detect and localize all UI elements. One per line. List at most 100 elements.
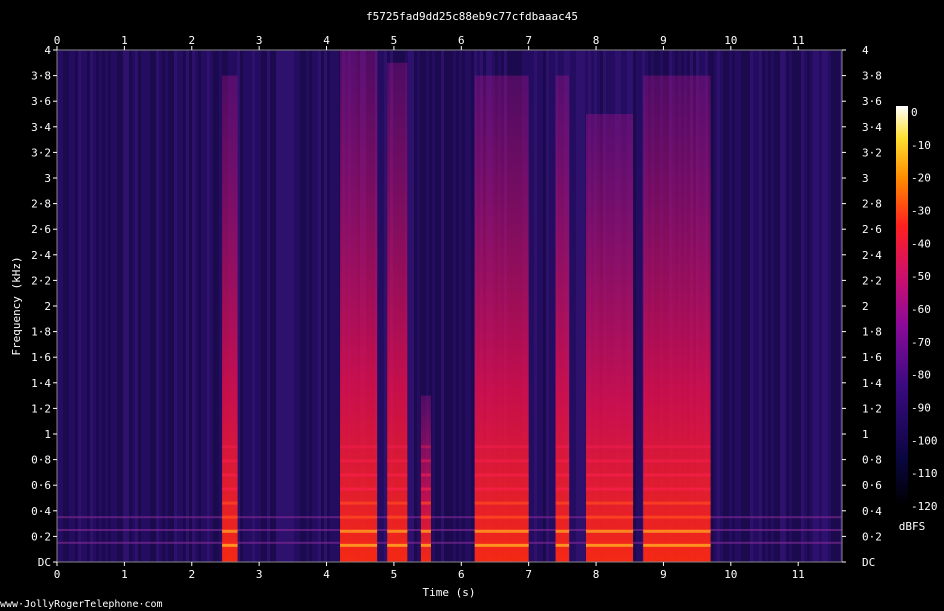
noise-band	[732, 50, 735, 562]
noise-band	[381, 50, 384, 562]
harmonic-streak	[474, 459, 529, 463]
noise-band	[177, 50, 180, 562]
harmonic-streak	[420, 501, 431, 505]
harmonic-streak	[585, 473, 634, 477]
noise-band	[471, 50, 474, 562]
x-tick-label: 4	[323, 34, 330, 47]
harmonic-streak	[340, 445, 378, 449]
harmonic-streak	[555, 487, 570, 491]
noise-band	[270, 50, 273, 562]
y-tick-label: 3·8	[31, 70, 51, 83]
noise-band	[378, 50, 381, 562]
noise-band	[444, 50, 447, 562]
x-tick-label: 0	[54, 568, 61, 581]
noise-band	[273, 50, 276, 562]
x-tick-label: 3	[256, 568, 263, 581]
noise-band	[114, 50, 117, 562]
noise-band	[633, 50, 636, 562]
noise-band	[546, 50, 549, 562]
noise-band	[822, 50, 825, 562]
harmonic-streak	[387, 515, 408, 519]
colorbar-tick-label: -40	[911, 237, 931, 250]
y-tick-label: 3	[862, 172, 869, 185]
harmonic-streak	[585, 459, 634, 463]
noise-band	[549, 50, 552, 562]
noise-band	[576, 50, 579, 562]
noise-band	[120, 50, 123, 562]
energy-segment	[585, 114, 634, 562]
noise-band	[294, 50, 297, 562]
spectrogram-chart: f5725fad9dd25c88eb9c77cfdbaaac45 0 1 2 3 4 5 6…	[0, 10, 938, 610]
noise-band	[435, 50, 438, 562]
noise-band	[96, 50, 99, 562]
noise-band	[723, 50, 726, 562]
noise-band	[102, 50, 105, 562]
harmonic-streak	[387, 529, 408, 533]
x-tick-label: 8	[593, 568, 600, 581]
noise-band	[735, 50, 738, 562]
noise-band	[786, 50, 789, 562]
noise-band	[210, 50, 213, 562]
colorbar-tick-label: -100	[911, 434, 938, 447]
y-tick-label: 3·6	[31, 95, 51, 108]
noise-band	[573, 50, 576, 562]
noise-band	[81, 50, 84, 562]
y-tick-label: 1·2	[31, 402, 51, 415]
harmonic-streak	[474, 515, 529, 519]
noise-band	[87, 50, 90, 562]
y-tick-label: 0·2	[862, 530, 882, 543]
harmonic-streak	[555, 543, 570, 547]
noise-band	[453, 50, 456, 562]
y-axis-right: DC 0·2 0·4 0·6 0·8 1 1·2 1·4 1·6 1·8 2 2·2 2·4 2·6 2·8…	[842, 44, 882, 569]
noise-band	[291, 50, 294, 562]
noise-band	[315, 50, 318, 562]
colorbar-tick-label: -50	[911, 270, 931, 283]
harmonic-streak	[222, 445, 238, 449]
noise-band	[60, 50, 63, 562]
x-tick-label: 10	[724, 34, 737, 47]
y-tick-label: 2·8	[862, 198, 882, 211]
noise-band	[552, 50, 555, 562]
harmonic-streak	[222, 515, 238, 519]
noise-band	[765, 50, 768, 562]
y-tick-label: 2·2	[31, 274, 51, 287]
colorbar-tick-label: -60	[911, 303, 931, 316]
y-tick-label: 3·2	[862, 146, 882, 159]
noise-band	[288, 50, 291, 562]
y-tick-label: 4	[862, 44, 869, 57]
noise-band	[174, 50, 177, 562]
noise-band	[828, 50, 831, 562]
noise-band	[327, 50, 330, 562]
noise-band	[168, 50, 171, 562]
noise-band	[138, 50, 141, 562]
noise-band	[213, 50, 216, 562]
noise-band	[801, 50, 804, 562]
y-tick-label: 0·6	[862, 479, 882, 492]
noise-band	[75, 50, 78, 562]
noise-band	[285, 50, 288, 562]
noise-band	[300, 50, 303, 562]
noise-band	[783, 50, 786, 562]
noise-band	[141, 50, 144, 562]
y-tick-label: 3	[44, 172, 51, 185]
y-tick-label: 0·6	[31, 479, 51, 492]
y-tick-label: 1·4	[862, 377, 882, 390]
noise-band	[834, 50, 837, 562]
x-tick-label: 5	[391, 34, 398, 47]
harmonic-streak	[340, 501, 378, 505]
noise-band	[135, 50, 138, 562]
y-tick-label: 1·8	[31, 326, 51, 339]
harmonic-streak	[340, 515, 378, 519]
harmonic-streak	[474, 543, 529, 547]
y-tick-label: 1·6	[862, 351, 882, 364]
noise-band	[69, 50, 72, 562]
harmonic-streak	[555, 459, 570, 463]
noise-band	[831, 50, 834, 562]
noise-band	[447, 50, 450, 562]
noise-band	[123, 50, 126, 562]
noise-band	[780, 50, 783, 562]
harmonic-streak	[643, 445, 711, 449]
harmonic-streak	[643, 501, 711, 505]
y-tick-label: 0·8	[862, 454, 882, 467]
noise-band	[207, 50, 210, 562]
